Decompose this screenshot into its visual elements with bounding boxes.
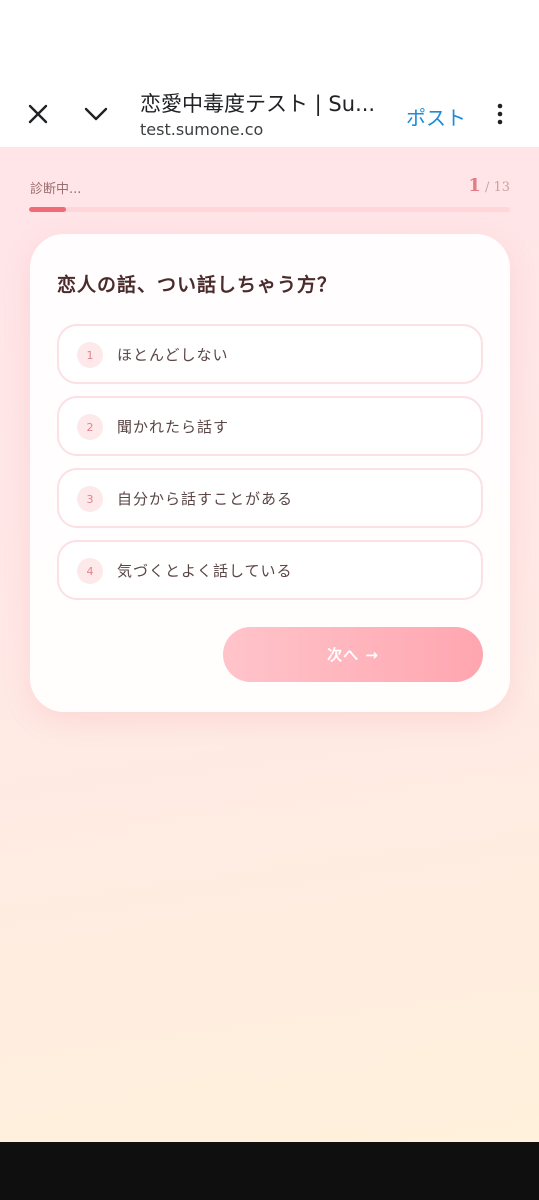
page-url: test.sumone.co xyxy=(140,120,264,139)
progress-current: 1 xyxy=(468,175,481,196)
progress-count: 1 / 13 xyxy=(468,175,510,196)
progress-bar-fill xyxy=(29,207,67,212)
progress-label: 診断中... xyxy=(30,182,82,197)
option-label: 自分から話すことがある xyxy=(117,490,294,508)
option-number: 3 xyxy=(77,486,103,512)
option-label: ほとんどしない xyxy=(117,346,229,364)
option-1[interactable]: 1 ほとんどしない xyxy=(57,324,483,384)
post-button[interactable]: ポスト xyxy=(406,102,466,131)
option-4[interactable]: 4 気づくとよく話している xyxy=(57,540,483,600)
question-text: 恋人の話、つい話しちゃう方？ xyxy=(57,274,338,296)
system-navigation-bar xyxy=(0,1142,539,1200)
close-button[interactable] xyxy=(20,96,56,132)
question-card: 恋人の話、つい話しちゃう方？ 1 ほとんどしない 2 聞かれたら話す 3 自分か… xyxy=(30,234,510,712)
chevron-down-icon xyxy=(84,107,108,121)
quiz-page: 診断中... 1 / 13 恋人の話、つい話しちゃう方？ 1 ほとんどしない 2… xyxy=(0,148,539,1142)
option-2[interactable]: 2 聞かれたら話す xyxy=(57,396,483,456)
status-bar xyxy=(0,0,539,80)
option-label: 聞かれたら話す xyxy=(117,418,230,436)
option-number: 1 xyxy=(77,342,103,368)
close-icon xyxy=(28,104,48,124)
option-label: 気づくとよく話している xyxy=(117,562,293,580)
more-options-button[interactable] xyxy=(488,96,512,132)
progress-total: / 13 xyxy=(480,180,510,195)
option-3[interactable]: 3 自分から話すことがある xyxy=(57,468,483,528)
next-button[interactable]: 次へ → xyxy=(223,627,483,682)
more-vertical-icon xyxy=(497,103,503,125)
progress-bar xyxy=(29,207,510,212)
option-number: 4 xyxy=(77,558,103,584)
browser-toolbar: 恋愛中毒度テスト | Su... test.sumone.co ポスト xyxy=(0,80,539,148)
option-number: 2 xyxy=(77,414,103,440)
page-title: 恋愛中毒度テスト | Su... xyxy=(140,92,376,116)
collapse-button[interactable] xyxy=(78,96,114,132)
